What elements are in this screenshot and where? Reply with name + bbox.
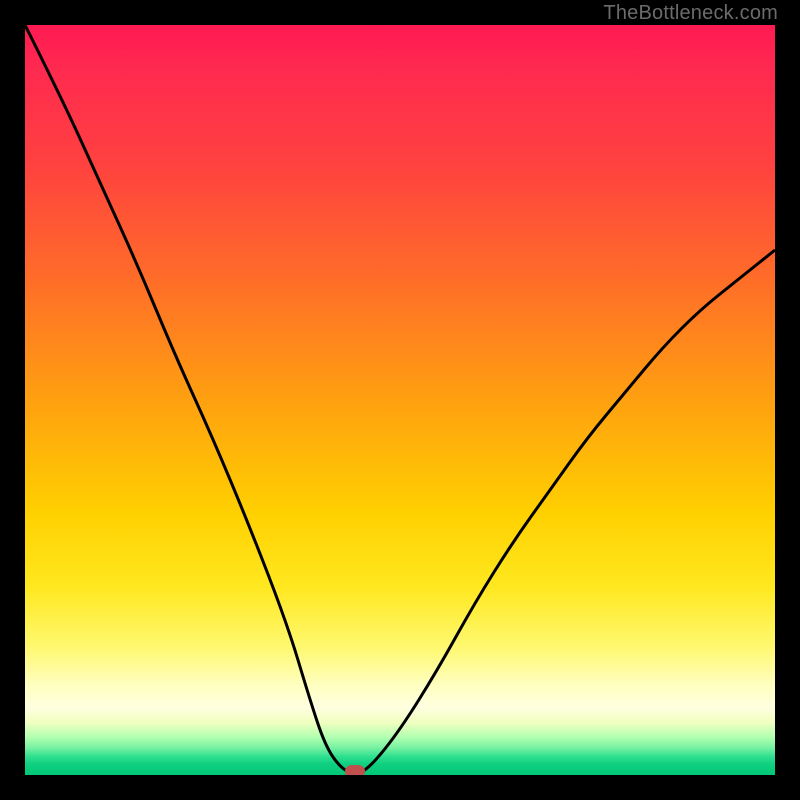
bottleneck-curve: [25, 25, 775, 775]
plot-area: [25, 25, 775, 775]
watermark-text: TheBottleneck.com: [603, 2, 778, 25]
chart-frame: TheBottleneck.com: [0, 0, 800, 800]
optimal-point-marker: [345, 765, 365, 775]
curve-path: [25, 25, 775, 773]
